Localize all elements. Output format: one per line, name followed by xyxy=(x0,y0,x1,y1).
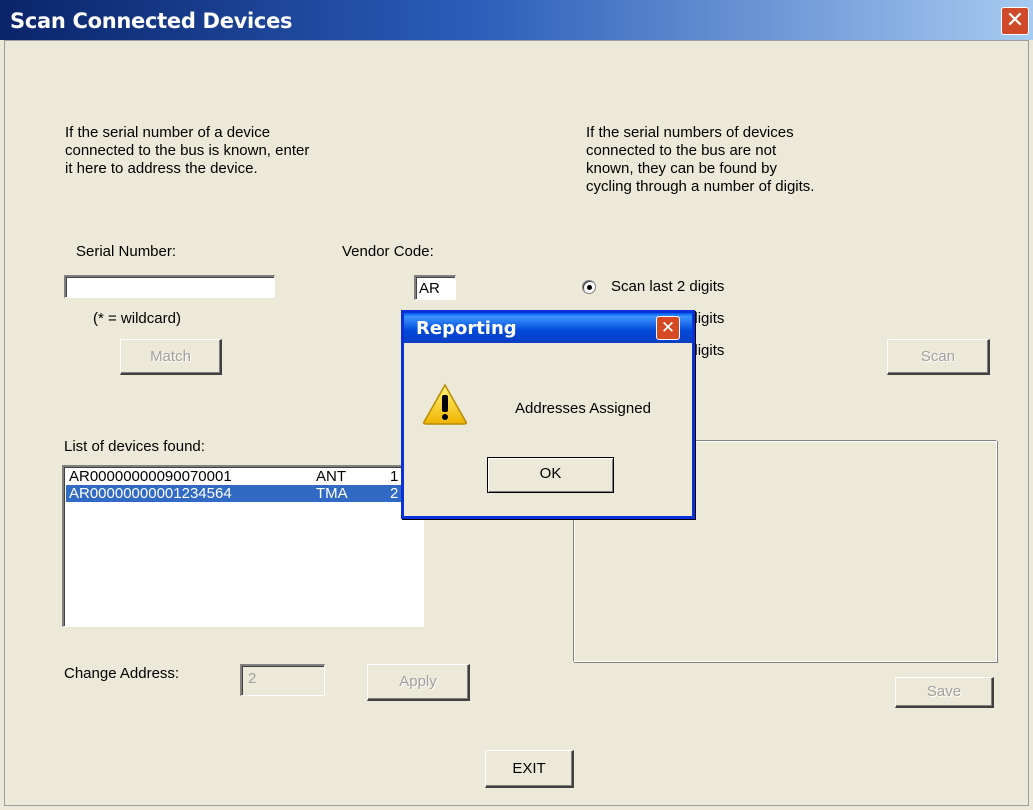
wildcard-hint: (* = wildcard) xyxy=(93,310,181,327)
dialog-close-button[interactable]: ✕ xyxy=(656,316,680,340)
devices-list[interactable]: AR00000000090070001 ANT 1 AR000000000012… xyxy=(62,465,424,627)
change-address-label: Change Address: xyxy=(64,665,180,682)
reporting-dialog[interactable]: Reporting ✕ Addresses Assigned OK xyxy=(401,310,695,519)
devices-list-label: List of devices found: xyxy=(64,438,205,455)
save-button[interactable]: Save xyxy=(895,677,994,708)
match-button[interactable]: Match xyxy=(120,339,222,375)
device-type: TMA xyxy=(316,485,348,502)
device-serial: AR00000000001234564 xyxy=(69,485,232,502)
scan-option-label: Scan last 2 digits xyxy=(611,278,725,295)
change-address-input[interactable]: 2 xyxy=(240,664,325,696)
list-item-selected[interactable]: AR00000000001234564 TMA 2 xyxy=(66,485,421,502)
ok-button[interactable]: OK xyxy=(487,457,614,493)
right-info-text: If the serial numbers of devices connect… xyxy=(586,124,815,195)
window-titlebar[interactable]: Scan Connected Devices ✕ xyxy=(0,0,1033,40)
dialog-message: Addresses Assigned xyxy=(515,400,651,417)
dialog-title: Reporting xyxy=(416,318,517,339)
apply-button[interactable]: Apply xyxy=(367,664,470,701)
serial-number-input[interactable] xyxy=(64,275,275,298)
left-info-text: If the serial number of a device connect… xyxy=(65,124,310,177)
exit-button[interactable]: EXIT xyxy=(485,750,574,788)
device-serial: AR00000000090070001 xyxy=(69,468,232,485)
scan-button[interactable]: Scan xyxy=(887,339,990,375)
window-title: Scan Connected Devices xyxy=(10,9,293,33)
serial-number-label: Serial Number: xyxy=(76,243,177,260)
device-type: ANT xyxy=(316,468,346,485)
warning-icon xyxy=(422,383,468,425)
vendor-code-label: Vendor Code: xyxy=(342,243,434,260)
device-address: 1 xyxy=(390,468,399,485)
vendor-code-input[interactable]: AR xyxy=(414,275,456,300)
radio-selected-dot xyxy=(587,285,592,290)
list-item[interactable]: AR00000000090070001 ANT 1 xyxy=(66,468,421,485)
window-close-button[interactable]: ✕ xyxy=(1001,7,1029,35)
radio-button[interactable] xyxy=(582,280,596,294)
device-address: 2 xyxy=(390,485,399,502)
dialog-titlebar[interactable]: Reporting ✕ xyxy=(404,313,692,343)
scan-option-2-digits[interactable]: Scan last 2 digits xyxy=(582,278,782,298)
